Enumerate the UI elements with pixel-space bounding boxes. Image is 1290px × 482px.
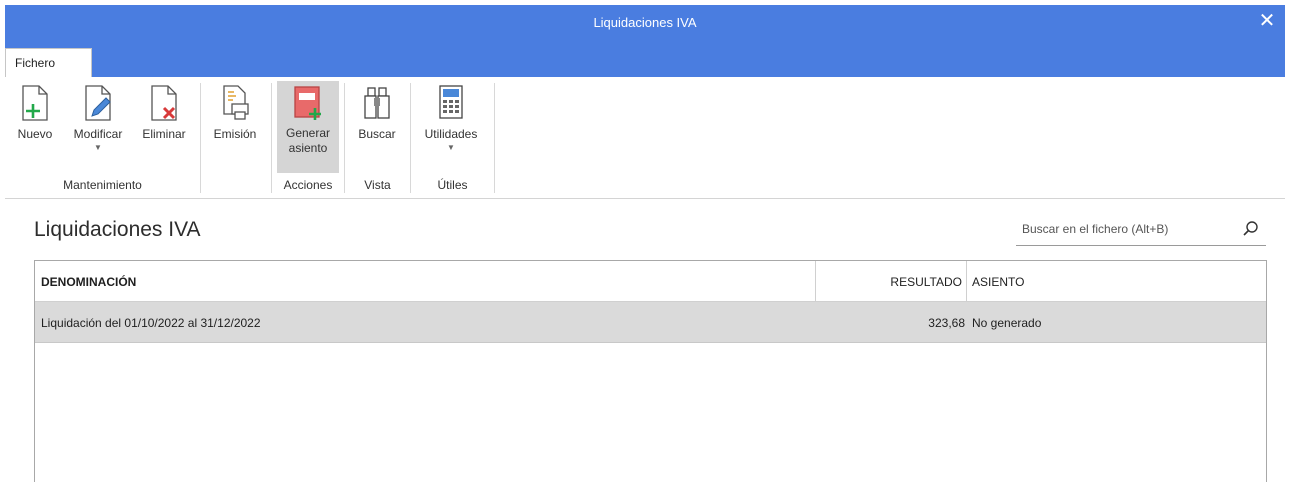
chevron-down-icon: ▼ bbox=[94, 143, 102, 152]
delete-document-icon bbox=[151, 85, 177, 121]
group-utiles: Útiles bbox=[437, 178, 468, 192]
generar-label: Generar asiento bbox=[277, 126, 339, 156]
separator bbox=[200, 83, 201, 193]
page-title: Liquidaciones IVA bbox=[34, 218, 201, 241]
column-denominacion[interactable]: DENOMINACIÓN bbox=[41, 275, 136, 289]
eliminar-label: Eliminar bbox=[142, 127, 186, 141]
grid-header: DENOMINACIÓN RESULTADO ASIENTO bbox=[35, 261, 1266, 302]
separator bbox=[344, 83, 345, 193]
title-bar: Liquidaciones IVA ✕ Fichero bbox=[5, 5, 1285, 77]
ribbon: Nuevo Modificar ▼ Eliminar Emisión Gener… bbox=[5, 77, 1285, 199]
group-acciones: Acciones bbox=[283, 178, 333, 192]
cell-denominacion: Liquidación del 01/10/2022 al 31/12/2022 bbox=[41, 316, 261, 330]
emision-button[interactable]: Emisión bbox=[205, 81, 265, 173]
cell-resultado: 323,68 bbox=[928, 316, 965, 330]
nuevo-label: Nuevo bbox=[17, 127, 53, 141]
binoculars-icon bbox=[364, 87, 390, 119]
generate-entry-icon bbox=[294, 86, 321, 120]
cell-asiento: No generado bbox=[972, 316, 1042, 330]
generar-asiento-button[interactable]: Generar asiento bbox=[277, 81, 339, 173]
table-row[interactable]: Liquidación del 01/10/2022 al 31/12/2022… bbox=[35, 302, 1266, 343]
new-document-icon bbox=[22, 85, 48, 121]
search-icon[interactable] bbox=[1242, 220, 1260, 238]
search-input[interactable]: Buscar en el fichero (Alt+B) bbox=[1016, 216, 1266, 246]
eliminar-button[interactable]: Eliminar bbox=[135, 81, 193, 173]
column-resultado[interactable]: RESULTADO bbox=[815, 261, 967, 301]
utilidades-label: Utilidades bbox=[424, 127, 478, 141]
close-button[interactable]: ✕ bbox=[1253, 7, 1281, 35]
chevron-down-icon: ▼ bbox=[447, 143, 455, 152]
search-placeholder: Buscar en el fichero (Alt+B) bbox=[1022, 222, 1169, 236]
modificar-button[interactable]: Modificar ▼ bbox=[63, 81, 133, 173]
buscar-label: Buscar bbox=[358, 127, 396, 141]
group-vista: Vista bbox=[364, 178, 391, 192]
window-title: Liquidaciones IVA bbox=[593, 15, 697, 30]
separator bbox=[494, 83, 495, 193]
column-asiento[interactable]: ASIENTO bbox=[972, 275, 1024, 289]
edit-document-icon bbox=[85, 85, 111, 121]
data-grid: DENOMINACIÓN RESULTADO ASIENTO Liquidaci… bbox=[34, 260, 1267, 482]
calculator-icon bbox=[439, 85, 463, 119]
separator bbox=[271, 83, 272, 193]
generar-label-line2: asiento bbox=[288, 141, 328, 155]
tab-fichero[interactable]: Fichero bbox=[5, 48, 92, 77]
print-document-icon bbox=[223, 85, 249, 120]
modificar-label: Modificar bbox=[73, 127, 123, 141]
group-mantenimiento: Mantenimiento bbox=[63, 178, 142, 192]
generar-label-line1: Generar bbox=[285, 126, 331, 140]
nuevo-button[interactable]: Nuevo bbox=[9, 81, 61, 173]
separator bbox=[410, 83, 411, 193]
buscar-button[interactable]: Buscar bbox=[349, 81, 405, 173]
emision-label: Emisión bbox=[213, 127, 257, 141]
utilidades-button[interactable]: Utilidades ▼ bbox=[415, 81, 487, 173]
